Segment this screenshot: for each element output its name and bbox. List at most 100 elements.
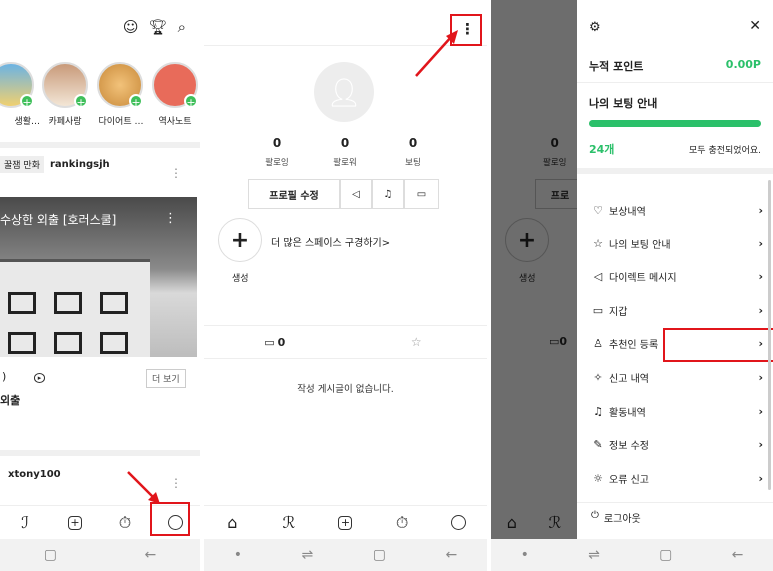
recents-system-icon[interactable]: ⇌ [588, 547, 600, 563]
edit-profile-button[interactable]: 프로필 수정 [248, 179, 340, 209]
search-icon[interactable]: ⌕ [178, 18, 186, 36]
menu-item-report[interactable]: ✧ 신고 내역 › [591, 362, 763, 392]
wallet-icon[interactable]: ▭ [404, 179, 439, 209]
annotation-arrow [127, 471, 160, 504]
bug-icon: ☼ [593, 471, 603, 485]
story-label: 역사노트 [158, 117, 192, 127]
post-header: 꿀잼 만화 rankingsjh [0, 156, 110, 173]
story-label: 다이어트 … [98, 117, 144, 127]
menu-item-label: 신고 내역 [609, 373, 649, 385]
post-author[interactable]: xtony100 [8, 469, 61, 480]
feed-screen: ☺ 🏆︎ ⌕ + + + + 생활… 카페사랑 다이어트 … 역사노트 꿀잼 만… [0, 0, 200, 571]
bg-nav: ⌂ ℛ [491, 505, 577, 539]
rocket-icon[interactable]: ℛ [280, 513, 298, 532]
follow-plus-icon[interactable]: + [20, 94, 34, 109]
timer-icon[interactable]: ⏱︎ [393, 513, 411, 532]
top-icons: ☺ 🏆︎ ⌕ [123, 18, 186, 36]
recents-system-icon[interactable]: ⇌ [302, 547, 314, 563]
bell-icon[interactable]: ♫ [372, 179, 404, 209]
home-system-icon[interactable]: ▢ [373, 547, 386, 563]
menu-item-heart[interactable]: ♡ 보상내역 › [591, 195, 763, 225]
home-icon: ⌂ [506, 512, 517, 532]
bell-icon: ♫ [593, 404, 603, 418]
close-icon[interactable]: ✕ [749, 18, 761, 34]
follow-plus-icon[interactable]: + [129, 94, 143, 109]
bottom-nav: ⌂ ℛ + ⏱︎ [204, 505, 487, 539]
menu-item-label: 나의 보팅 안내 [609, 239, 671, 251]
bg-stat: 0 팔로잉 [543, 136, 567, 168]
more-vert-icon[interactable]: ⋮ [170, 166, 182, 180]
more-vert-icon[interactable]: ⋮ [170, 476, 182, 490]
back-system-icon[interactable]: ← [445, 547, 457, 563]
followers-stat[interactable]: 0 팔로워 [320, 136, 370, 169]
menu-item-label: 다이렉트 메시지 [609, 272, 677, 284]
heart-icon: ♡ [593, 203, 603, 217]
bg-count: ▭0 [549, 335, 568, 348]
trophy-icon[interactable]: 🏆︎ [149, 18, 168, 36]
menu-screen: 0 팔로잉 프로 + 생성 ▭0 ⌂ ℛ ⚙ ✕ 누적 포인트 0.00P 나의 보… [491, 0, 773, 571]
create-space-button[interactable]: + [218, 218, 262, 262]
menu-item-star[interactable]: ☆ 나의 보팅 안내 › [591, 228, 763, 258]
menu-item-edit[interactable]: ✎ 정보 수정 › [591, 429, 763, 459]
following-stat[interactable]: 0 팔로잉 [252, 136, 302, 169]
tab-posts[interactable]: ▭ 0 [204, 326, 346, 358]
dot-system-icon: • [233, 547, 243, 563]
menu-item-bug[interactable]: ☼ 오류 신고 › [591, 463, 763, 493]
divider [0, 450, 200, 456]
star-icon: ☆ [410, 335, 422, 349]
annotation-arrow [415, 30, 458, 77]
create-label: 생성 [232, 274, 249, 284]
voting-progress-track [589, 120, 761, 127]
profile-tabs: ▭ 0 ☆ [204, 325, 487, 359]
timer-icon[interactable]: ⏱︎ [116, 513, 134, 532]
story-label: 생활… [14, 117, 40, 127]
tab-favorites[interactable]: ☆ [346, 326, 488, 358]
scrollbar[interactable] [768, 180, 771, 490]
person-icon: ♙ [593, 336, 603, 350]
home-system-icon[interactable]: ▢ [44, 547, 57, 563]
add-post-icon[interactable]: + [66, 514, 84, 532]
back-system-icon[interactable]: ← [732, 547, 744, 563]
settings-icon[interactable]: ⚙ [589, 20, 601, 35]
story-label: 카페사랑 [48, 117, 82, 127]
send-icon[interactable]: ◁ [340, 179, 372, 209]
chevron-right-icon: › [758, 269, 763, 283]
rocket-icon[interactable]: ℐ [16, 513, 34, 532]
logout-button[interactable]: ⏻ 로그아웃 [591, 510, 641, 525]
more-vert-icon[interactable]: ⋮ [164, 211, 177, 226]
follow-plus-icon[interactable]: + [74, 94, 88, 109]
home-system-icon[interactable]: ▢ [659, 547, 672, 563]
points-label: 누적 포인트 [589, 60, 644, 73]
chevron-right-icon: › [758, 303, 763, 317]
explore-spaces-link[interactable]: 더 많은 스페이스 구경하기> [271, 234, 390, 249]
back-system-icon[interactable]: ← [145, 547, 157, 563]
menu-item-bell[interactable]: ♫ 활동내역 › [591, 396, 763, 426]
follow-plus-icon[interactable]: + [184, 94, 198, 109]
rocket-icon: ℛ [548, 512, 562, 532]
post-image[interactable]: 수상한 외출 [호러스쿨] ⋮ [0, 197, 197, 357]
avatar[interactable]: 👤︎ [314, 62, 374, 122]
chevron-right-icon: › [758, 236, 763, 250]
play-icon[interactable]: ▸ [33, 373, 46, 383]
home-icon[interactable]: ⌂ [223, 513, 241, 532]
divider [0, 142, 200, 148]
note-icon: ▭ [264, 335, 275, 349]
voting-stat[interactable]: 0 보팅 [388, 136, 438, 169]
menu-item-label: 활동내역 [609, 407, 646, 419]
emoji-icon[interactable]: ☺ [123, 18, 139, 36]
more-button[interactable]: 더 보기 [146, 369, 186, 388]
report-icon: ✧ [593, 370, 603, 384]
comment-icon[interactable]: ) [2, 370, 6, 383]
dot-system-icon: • [520, 547, 529, 563]
side-drawer: ⚙ ✕ 누적 포인트 0.00P 나의 보팅 안내 24개 모두 충전되었어요.… [577, 0, 773, 571]
menu-item-send[interactable]: ◁ 다이렉트 메시지 › [591, 261, 763, 291]
post-icons: ) ▸ [2, 370, 46, 383]
post-author[interactable]: rankingsjh [50, 159, 110, 170]
chevron-right-icon: › [758, 203, 763, 217]
profile-tab-icon[interactable] [450, 514, 468, 532]
menu-item-label: 정보 수정 [609, 440, 649, 452]
menu-item-wallet[interactable]: ▭ 지갑 › [591, 295, 763, 325]
voting-progress-fill [589, 120, 761, 127]
wallet-icon: ▭ [592, 303, 604, 317]
add-post-icon[interactable]: + [336, 514, 354, 532]
